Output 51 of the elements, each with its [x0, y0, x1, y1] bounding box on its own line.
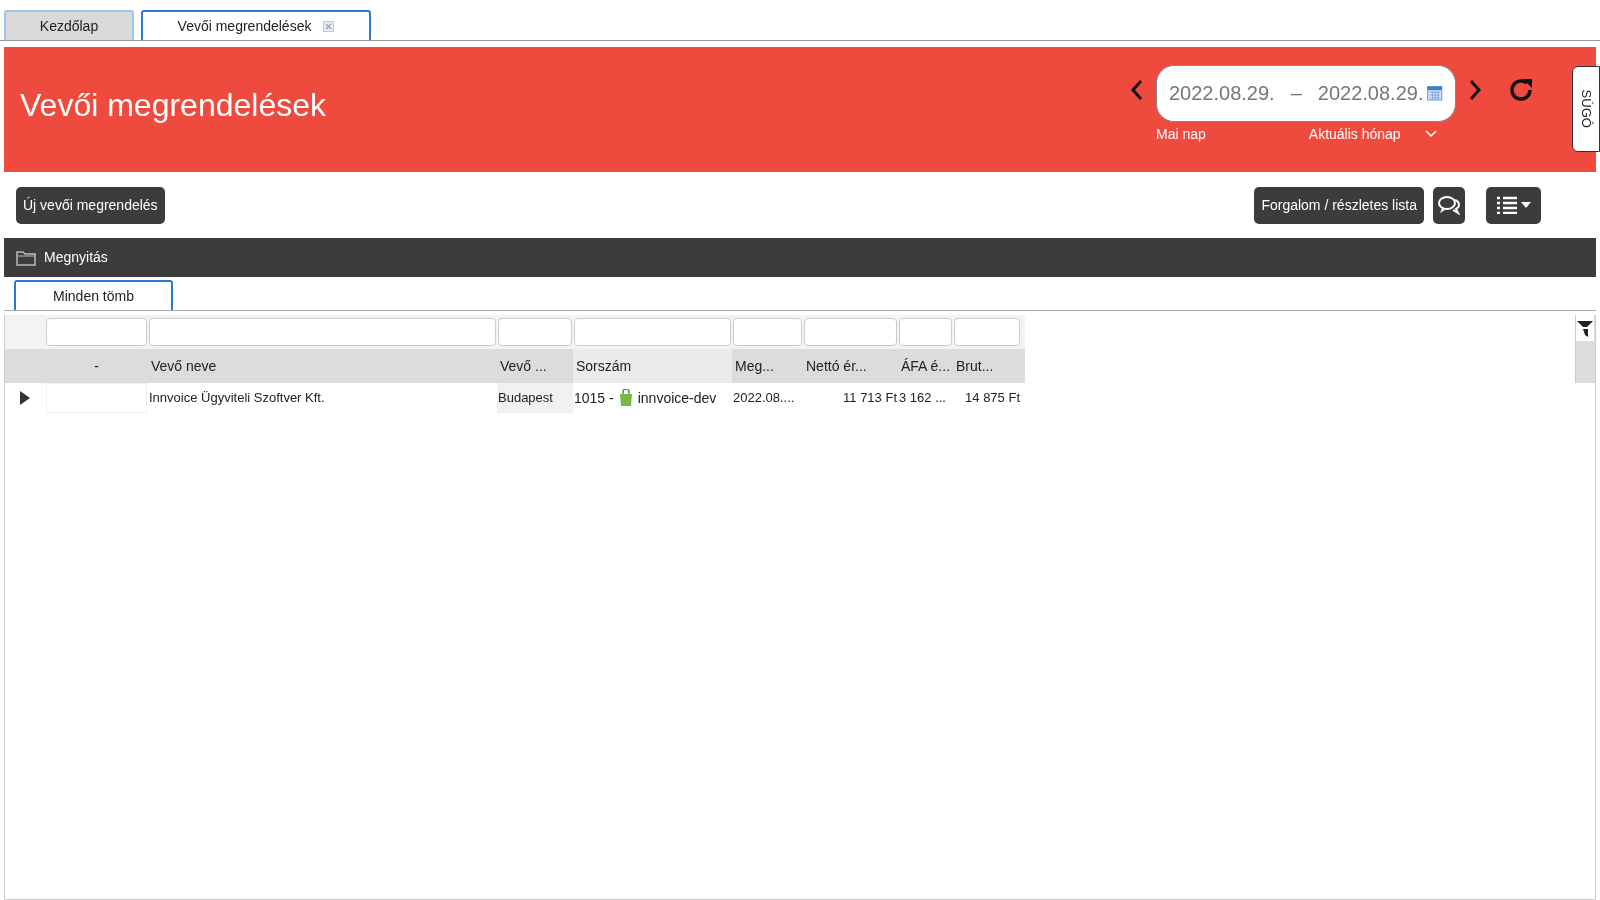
filter-field[interactable] — [574, 318, 731, 346]
scrollbar[interactable] — [1575, 315, 1595, 383]
table-cell-text: Budapest — [498, 389, 553, 408]
table-cell-text: 14 875 Ft — [965, 389, 1020, 408]
open-button[interactable]: Megnyitás — [16, 247, 108, 268]
column-header[interactable]: ÁFA é... — [898, 349, 953, 383]
tab[interactable]: Minden tömb — [14, 280, 173, 310]
list-menu-button[interactable] — [1486, 186, 1541, 224]
filter-field[interactable] — [733, 318, 802, 346]
table-cell-text: 2022.08.... — [733, 389, 795, 408]
column-header[interactable]: Vevő neve — [148, 349, 497, 383]
column-header[interactable]: Brut... — [953, 349, 1021, 383]
column-header[interactable]: Nettó ér... — [803, 349, 898, 383]
period-select[interactable]: Aktuális hónap — [1308, 123, 1437, 145]
table-cell-text: Innvoice Ügyviteli Szoftver Kft. — [149, 389, 325, 408]
speech-bubbles-icon — [1438, 195, 1460, 215]
close-icon[interactable] — [323, 20, 335, 32]
filter-field[interactable] — [498, 318, 572, 346]
chevron-right-icon[interactable] — [1468, 78, 1482, 101]
new-order-button[interactable]: Új vevői megrendelés — [16, 186, 165, 224]
help-tab[interactable]: SÚGÓ — [1572, 66, 1600, 152]
caret-right-icon[interactable] — [19, 391, 31, 405]
filter-field[interactable] — [804, 318, 897, 346]
table-cell-text: 11 713 Ft — [843, 389, 897, 408]
list-icon — [1496, 196, 1517, 214]
filter-field[interactable] — [954, 318, 1020, 346]
today-link[interactable]: Mai nap — [1156, 123, 1206, 145]
tab[interactable]: Vevői megrendelések — [141, 10, 371, 40]
shopping-bag-icon — [617, 389, 634, 407]
chat-button[interactable] — [1433, 186, 1465, 224]
folder-icon — [16, 249, 36, 266]
chevron-left-icon[interactable] — [1130, 78, 1144, 101]
column-header[interactable]: Vevő ... — [497, 349, 573, 383]
caret-icon — [1520, 202, 1531, 208]
page-title: Vevői megrendelések — [20, 85, 326, 125]
date-range-field[interactable]: 2022.08.29. – 2022.08.29. — [1156, 64, 1456, 122]
date-separator: – — [1290, 81, 1302, 106]
filter-field[interactable] — [46, 318, 147, 346]
tab[interactable]: Kezdőlap — [4, 10, 134, 40]
report-button[interactable]: Forgalom / részletes lista — [1254, 186, 1424, 224]
table-cell-text: 3 162 ... — [899, 389, 946, 408]
filter-field[interactable] — [149, 318, 496, 346]
filter-field[interactable] — [899, 318, 952, 346]
filter-icon[interactable] — [1576, 315, 1594, 341]
column-header[interactable]: Meg... — [732, 349, 803, 383]
table-cell-text: 1015 - innvoice-dev — [574, 388, 717, 409]
column-header[interactable]: - — [45, 349, 148, 383]
date-to: 2022.08.29. — [1317, 81, 1424, 106]
chevron-down-icon[interactable] — [1424, 130, 1437, 138]
date-from: 2022.08.29. — [1169, 81, 1275, 106]
column-header[interactable]: Sorszám — [573, 349, 732, 383]
